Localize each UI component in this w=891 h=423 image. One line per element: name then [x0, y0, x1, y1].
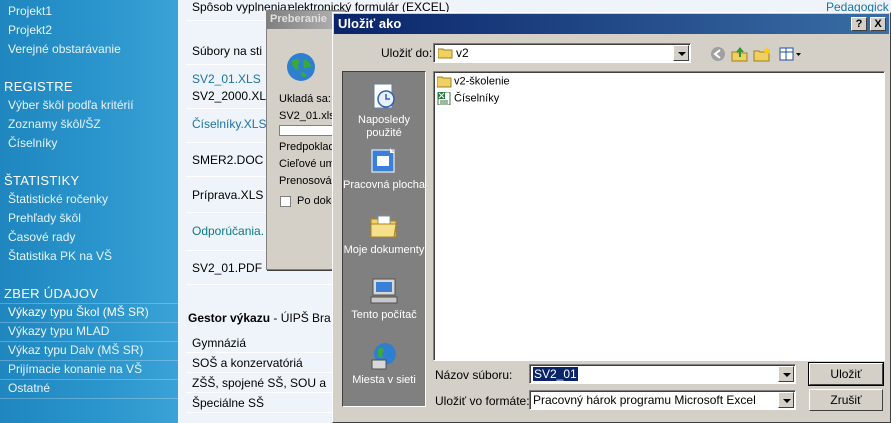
globe-icon [287, 53, 315, 81]
file-list[interactable]: v2-školenie Číselníky [433, 71, 885, 361]
save-button[interactable]: Uložiť [808, 362, 884, 386]
sidebar-item-zoznamy-skol[interactable]: Zoznamy škôl/ŠZ [8, 117, 101, 131]
network-places-icon [371, 343, 396, 370]
places-my-computer-label: Tento počítač [351, 309, 417, 321]
progress-rate-label: Prenosová [279, 175, 332, 187]
list-item[interactable]: v2-školenie [436, 75, 510, 88]
file-link[interactable]: SV2_2000.XL [192, 89, 266, 103]
chevron-down-icon[interactable] [673, 45, 689, 61]
save-in-select[interactable]: v2 [433, 43, 691, 63]
back-icon[interactable] [707, 44, 729, 64]
sidebar-divider [0, 303, 178, 304]
new-folder-icon[interactable] [751, 44, 773, 64]
help-button[interactable]: ? [851, 17, 867, 31]
table-row[interactable]: Špeciálne SŠ [186, 393, 346, 413]
save-as-type-value: Pracovný hárok programu Microsoft Excel [533, 393, 756, 407]
places-network-label: Miesta v sieti [352, 374, 416, 386]
save-as-dialog: Uložiť ako ? X Uložiť do: v2 Naposledy p… [332, 12, 891, 423]
sidebar-section-zber-udajov: ZBER ÚDAJOV [4, 286, 99, 301]
excel-file-icon [437, 91, 451, 106]
places-desktop-label: Pracovná plocha [343, 179, 425, 191]
close-button[interactable]: X [870, 17, 886, 31]
file-link[interactable]: SV2_01.XLS [192, 72, 261, 86]
file-link[interactable]: Číselníky.XLS [192, 117, 266, 131]
sidebar-item-statistika-pk[interactable]: Štatistika PK na VŠ [8, 249, 112, 263]
sidebar-item-prehlady-skol[interactable]: Prehľady škôl [8, 211, 81, 225]
save-as-type-select[interactable]: Pracovný hárok programu Microsoft Excel [529, 390, 796, 410]
cancel-button[interactable]: Zrušiť [809, 389, 883, 411]
gestor-line: Gestor výkazu - ÚIPŠ Bra [188, 311, 331, 325]
close-when-done-label: Po dok [297, 195, 332, 207]
list-item[interactable]: Číselníky [437, 91, 500, 106]
sidebar-item-vykazy-skol[interactable]: Výkazy typu Škol (MŠ SR) [8, 305, 149, 319]
sidebar-divider [0, 379, 178, 380]
file-name: Číselníky [454, 92, 500, 105]
places-recent-label: Naposledy použité [358, 114, 410, 139]
sidebar-item-statisticke-rocenky[interactable]: Štatistické ročenky [8, 192, 108, 206]
views-menu-icon[interactable] [777, 44, 803, 64]
places-my-documents[interactable]: Moje dokumenty [343, 210, 425, 257]
sidebar-divider [0, 322, 178, 323]
dialog-titlebar: Uložiť ako ? X [334, 14, 889, 34]
sidebar-item-vykaz-dalv[interactable]: Výkaz typu Dalv (MŠ SR) [8, 343, 143, 357]
file-link[interactable]: Príprava.XLS [192, 188, 263, 202]
save-in-label: Uložiť do: [381, 46, 433, 60]
progress-saving-label: Ukladá sa: [279, 93, 331, 105]
chevron-down-icon[interactable] [778, 392, 794, 408]
dialog-title: Uložiť ako [338, 16, 402, 31]
file-link[interactable]: SMER2.DOC [192, 153, 263, 167]
recent-documents-icon [373, 83, 395, 109]
places-my-documents-label: Moje dokumenty [343, 244, 425, 256]
school-table: Gymnáziá SOŠ a konzervatóriá ZŠŠ, spojen… [186, 333, 346, 413]
file-link[interactable]: SV2_01.PDF [192, 261, 262, 275]
sidebar-item-casove-rady[interactable]: Časové rady [8, 230, 75, 244]
places-network[interactable]: Miesta v sieti [343, 340, 425, 387]
progress-file: SV2_01.xls [279, 110, 335, 122]
sidebar-divider [0, 360, 178, 361]
folder-icon [438, 48, 453, 59]
file-name-input[interactable]: SV2_01 [529, 364, 796, 384]
sidebar-item-projekt2[interactable]: Projekt2 [8, 23, 52, 37]
my-documents-icon [370, 215, 397, 238]
sidebar-item-prijimacie-konanie[interactable]: Prijímacie konanie na VŠ [8, 362, 142, 376]
table-row[interactable]: ZŠŠ, spojené SŠ, SOU a [186, 373, 346, 393]
file-name-value: SV2_01 [533, 367, 578, 381]
up-folder-icon[interactable] [729, 44, 751, 64]
places-recent[interactable]: Naposledy použité [343, 80, 425, 140]
close-when-done-checkbox[interactable] [280, 196, 291, 207]
sidebar-item-ostatne[interactable]: Ostatné [8, 381, 50, 395]
file-name-label: Názov súboru: [435, 368, 513, 382]
progress-estimate-label: Predpoklad [279, 141, 335, 153]
file-link[interactable]: Odporúčania. [192, 224, 264, 238]
file-name: v2-školenie [454, 75, 510, 88]
sidebar-section-registre: REGISTRE [4, 79, 73, 94]
sidebar-item-vykazy-mlad[interactable]: Výkazy typu MLAD [8, 324, 109, 338]
my-computer-icon [370, 278, 398, 304]
save-as-type-label: Uložiť vo formáte: [435, 394, 530, 408]
sidebar-item-verejne-obstaravanie[interactable]: Verejné obstarávanie [8, 42, 121, 56]
folder-icon [436, 76, 452, 88]
chevron-down-icon[interactable] [778, 366, 794, 382]
sidebar-item-ciselniky[interactable]: Číselníky [8, 136, 57, 150]
sidebar-section-statistiky: ŠTATISTIKY [4, 173, 80, 188]
places-my-computer[interactable]: Tento počítač [343, 275, 425, 322]
gestor-label: Gestor výkazu [188, 311, 271, 325]
sidebar-divider [0, 341, 178, 342]
desktop-icon [371, 148, 395, 173]
places-bar: Naposledy použité Pracovná plocha Moje d… [342, 71, 426, 407]
sidebar-divider [0, 398, 178, 399]
table-row[interactable]: Gymnáziá [186, 333, 346, 353]
table-row[interactable]: SOŠ a konzervatóriá [186, 353, 346, 373]
gestor-value: - ÚIPŠ Bra [270, 311, 331, 325]
subory-label: Súbory na sti [192, 44, 263, 58]
sidebar-item-vyber-skol[interactable]: Výber škôl podľa kritérií [8, 98, 134, 112]
places-desktop[interactable]: Pracovná plocha [343, 145, 425, 192]
save-in-value: v2 [456, 46, 469, 60]
row-divider [186, 284, 336, 285]
sidebar-item-projekt1[interactable]: Projekt1 [8, 4, 52, 18]
progress-target-label: Cieľové um [279, 158, 335, 170]
sidebar: Projekt1 Projekt2 Verejné obstarávanie R… [0, 0, 178, 423]
